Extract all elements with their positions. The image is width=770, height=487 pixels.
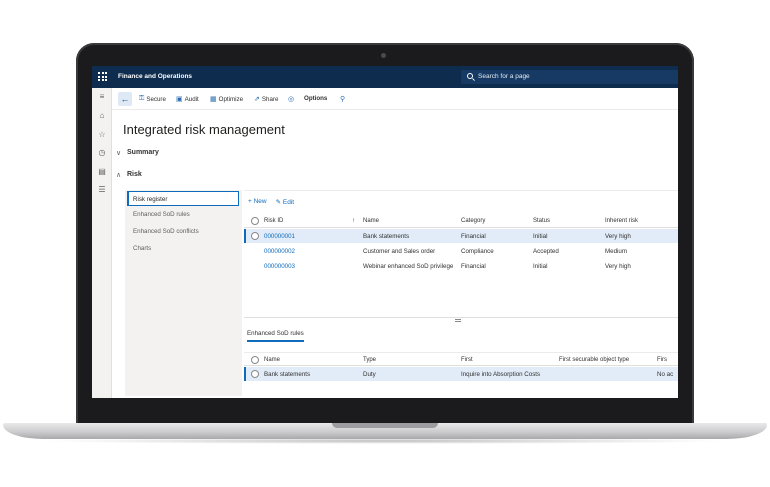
new-button[interactable]: + New — [248, 198, 267, 206]
app-launcher-icon[interactable] — [98, 72, 107, 81]
search-icon — [467, 73, 473, 79]
find-button[interactable]: ⚲ — [340, 95, 345, 103]
secure-button[interactable]: ⚿ Secure — [139, 95, 166, 103]
edit-button[interactable]: ✎ Edit — [276, 198, 294, 206]
home-icon[interactable]: ⌂ — [98, 112, 106, 120]
risk-category: Compliance — [461, 248, 494, 255]
splitter-grip-icon[interactable] — [455, 319, 461, 322]
app-title: Finance and Operations — [118, 73, 193, 80]
chevron-down-icon[interactable]: ∨ — [116, 149, 121, 157]
find-icon: ⚲ — [340, 96, 346, 103]
col-name[interactable]: Name — [363, 218, 379, 224]
star-icon[interactable]: ☆ — [98, 131, 106, 139]
table-row[interactable]: 000000001 Bank statements Financial Init… — [244, 229, 678, 243]
table-row[interactable]: 000000003 Webinar enhanced SoD privilege… — [244, 259, 678, 273]
laptop-notch — [332, 423, 438, 428]
col-status[interactable]: Status — [533, 218, 550, 224]
risk-name: Webinar enhanced SoD privilege — [363, 263, 454, 270]
summary-section[interactable]: Summary — [127, 149, 159, 156]
risk-table-header: Risk ID ↑ Name Category Status Inherent … — [244, 214, 678, 228]
risk-id-link[interactable]: 000000002 — [264, 248, 295, 255]
camera-icon — [381, 53, 386, 58]
options-button[interactable]: Options — [304, 95, 327, 102]
chevron-up-icon[interactable]: ∧ — [116, 171, 121, 179]
side-item-enhanced-sod-rules[interactable]: Enhanced SoD rules — [133, 211, 190, 218]
rule-first: Inquire into Absorption Costs — [461, 371, 541, 378]
edit-label: Edit — [282, 199, 295, 206]
search-placeholder: Search for a page — [478, 73, 530, 80]
back-button[interactable]: ← — [118, 92, 132, 106]
risk-category: Financial — [461, 263, 486, 270]
rule-type: Duty — [363, 371, 376, 378]
col-risk-id[interactable]: Risk ID — [264, 218, 283, 224]
risk-section[interactable]: Risk — [127, 171, 142, 178]
risk-name: Customer and Sales order — [363, 248, 436, 255]
top-bar: Finance and Operations Search for a page — [92, 66, 678, 88]
row-radio[interactable] — [251, 232, 259, 240]
audit-label: Audit — [184, 95, 199, 103]
risk-grid-area: + New ✎ Edit Risk ID ↑ Name Category Sta… — [244, 190, 678, 398]
col-category[interactable]: Category — [461, 218, 485, 224]
rules-table-header: Name Type First First securable object t… — [244, 352, 678, 366]
app-screen: Finance and Operations Search for a page… — [92, 66, 678, 398]
action-bar: ← ⚿ Secure ▣ Audit ▦ Optimize ⇗ Share ◎ Opti… — [112, 88, 678, 110]
col-name[interactable]: Name — [264, 357, 280, 363]
select-all-radio[interactable] — [251, 356, 259, 364]
col-firs[interactable]: Firs — [657, 357, 667, 363]
secure-label: Secure — [146, 95, 166, 103]
sort-up-icon[interactable]: ↑ — [352, 218, 355, 224]
modules-icon[interactable]: ☰ — [98, 186, 106, 194]
clock-icon[interactable]: ◷ — [98, 149, 106, 157]
share-label: Share — [261, 95, 279, 103]
office-icon: ◎ — [288, 96, 295, 103]
rule-name: Bank statements — [264, 371, 311, 378]
row-radio[interactable] — [251, 370, 259, 378]
side-item-charts[interactable]: Charts — [133, 245, 151, 252]
table-row[interactable]: Bank statements Duty Inquire into Absorp… — [244, 367, 678, 381]
risk-inherent: Medium — [605, 248, 628, 255]
side-item-enhanced-sod-conflicts[interactable]: Enhanced SoD conflicts — [133, 228, 199, 235]
options-label: Options — [304, 95, 328, 102]
audit-icon: ▣ — [176, 96, 183, 103]
risk-name: Bank statements — [363, 233, 410, 240]
search-box[interactable]: Search for a page — [461, 70, 678, 84]
optimize-label: Optimize — [218, 95, 244, 103]
select-all-radio[interactable] — [251, 217, 259, 225]
hamburger-icon[interactable]: ≡ — [98, 93, 106, 101]
share-button[interactable]: ⇗ Share — [254, 95, 279, 104]
risk-status: Initial — [533, 263, 548, 270]
risk-status: Accepted — [533, 248, 559, 255]
risk-status: Initial — [533, 233, 548, 240]
optimize-icon: ▦ — [210, 96, 217, 103]
risk-id-link[interactable]: 000000001 — [264, 233, 295, 240]
risk-id-link[interactable]: 000000003 — [264, 263, 295, 270]
col-first-object-type[interactable]: First securable object type — [559, 357, 629, 363]
col-first[interactable]: First — [461, 357, 473, 363]
left-nav: ≡ ⌂ ☆ ◷ ▤ ☰ — [92, 88, 112, 398]
col-type[interactable]: Type — [363, 357, 376, 363]
lock-icon: ⚿ — [139, 95, 145, 102]
table-row[interactable]: 000000002 Customer and Sales order Compl… — [244, 244, 678, 258]
tab-enhanced-sod-rules[interactable]: Enhanced SoD rules — [247, 330, 304, 342]
risk-inherent: Very high — [605, 263, 631, 270]
rule-firs: No ac — [657, 371, 674, 378]
risk-category: Financial — [461, 233, 486, 240]
workspace-icon[interactable]: ▤ — [98, 168, 106, 176]
side-item-risk-register[interactable]: Risk register — [127, 191, 239, 206]
audit-button[interactable]: ▣ Audit — [176, 95, 199, 104]
col-inherent-risk[interactable]: Inherent risk — [605, 218, 638, 224]
share-icon: ⇗ — [254, 96, 260, 103]
grid-toolbar: + New ✎ Edit — [248, 198, 294, 206]
risk-side-list: Risk register Enhanced SoD rules Enhance… — [125, 190, 242, 396]
office-button[interactable]: ◎ — [288, 95, 294, 103]
new-label: New — [253, 198, 267, 205]
optimize-button[interactable]: ▦ Optimize — [210, 95, 244, 104]
risk-inherent: Very high — [605, 233, 631, 240]
pane-splitter[interactable] — [244, 317, 678, 318]
page-title: Integrated risk management — [123, 122, 285, 137]
